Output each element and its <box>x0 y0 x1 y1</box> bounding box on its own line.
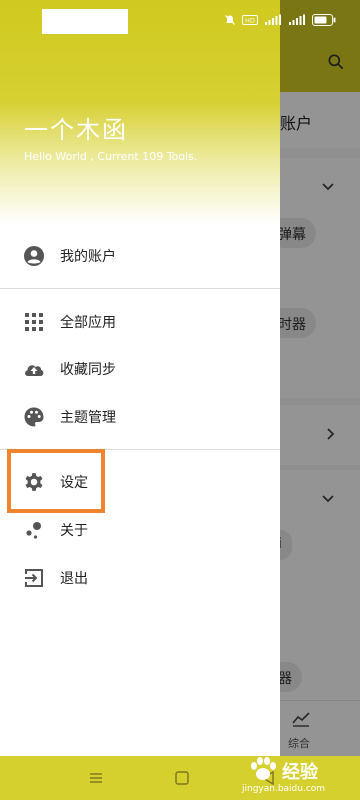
menu-item-label: 收藏同步 <box>60 362 116 378</box>
status-icons: HD <box>224 14 336 26</box>
status-bar: HD <box>0 0 360 40</box>
menu-item-exit[interactable]: 退出 <box>0 554 280 602</box>
drawer-subtitle: Hello World , Current 109 Tools. <box>24 150 198 163</box>
menu-item-all-apps[interactable]: 全部应用 <box>0 298 280 346</box>
menu-item-label: 主题管理 <box>60 410 116 426</box>
menu-item-label: 全部应用 <box>60 315 116 331</box>
mute-icon <box>224 14 236 26</box>
highlight-box <box>7 449 105 513</box>
cloud-upload-icon <box>22 357 46 381</box>
svg-text:HD: HD <box>245 17 255 25</box>
account-circle-icon <box>22 244 46 268</box>
battery-icon <box>312 14 336 26</box>
drawer-title: 一个木函 <box>24 116 128 144</box>
navigation-drawer: 一个木函 Hello World , Current 109 Tools. 我的… <box>0 0 280 756</box>
menu-item-sync[interactable]: 收藏同步 <box>0 345 280 393</box>
menu-item-account[interactable]: 我的账户 <box>0 232 280 280</box>
hd-icon: HD <box>242 15 258 25</box>
signal-icon <box>288 14 306 26</box>
watermark-text: 经验 <box>282 762 318 783</box>
exit-icon <box>22 566 46 590</box>
menu-item-label: 关于 <box>60 523 88 539</box>
watermark-url: jingyan.baidu.com <box>242 784 326 794</box>
watermark: 经验 jingyan.baidu.com <box>238 752 360 800</box>
signal-icon <box>264 14 282 26</box>
paw-logo-icon <box>248 756 278 782</box>
divider <box>0 288 280 289</box>
menu-item-about[interactable]: 关于 <box>0 506 280 554</box>
home-icon[interactable] <box>172 768 192 788</box>
menu-item-label: 退出 <box>60 571 88 587</box>
menu-item-label: 我的账户 <box>60 249 116 265</box>
menu-icon[interactable] <box>86 768 106 788</box>
bubbles-icon <box>22 518 46 542</box>
palette-icon <box>22 405 46 429</box>
status-redaction <box>42 9 128 34</box>
apps-grid-icon <box>22 310 46 334</box>
menu-item-theme[interactable]: 主题管理 <box>0 393 280 441</box>
